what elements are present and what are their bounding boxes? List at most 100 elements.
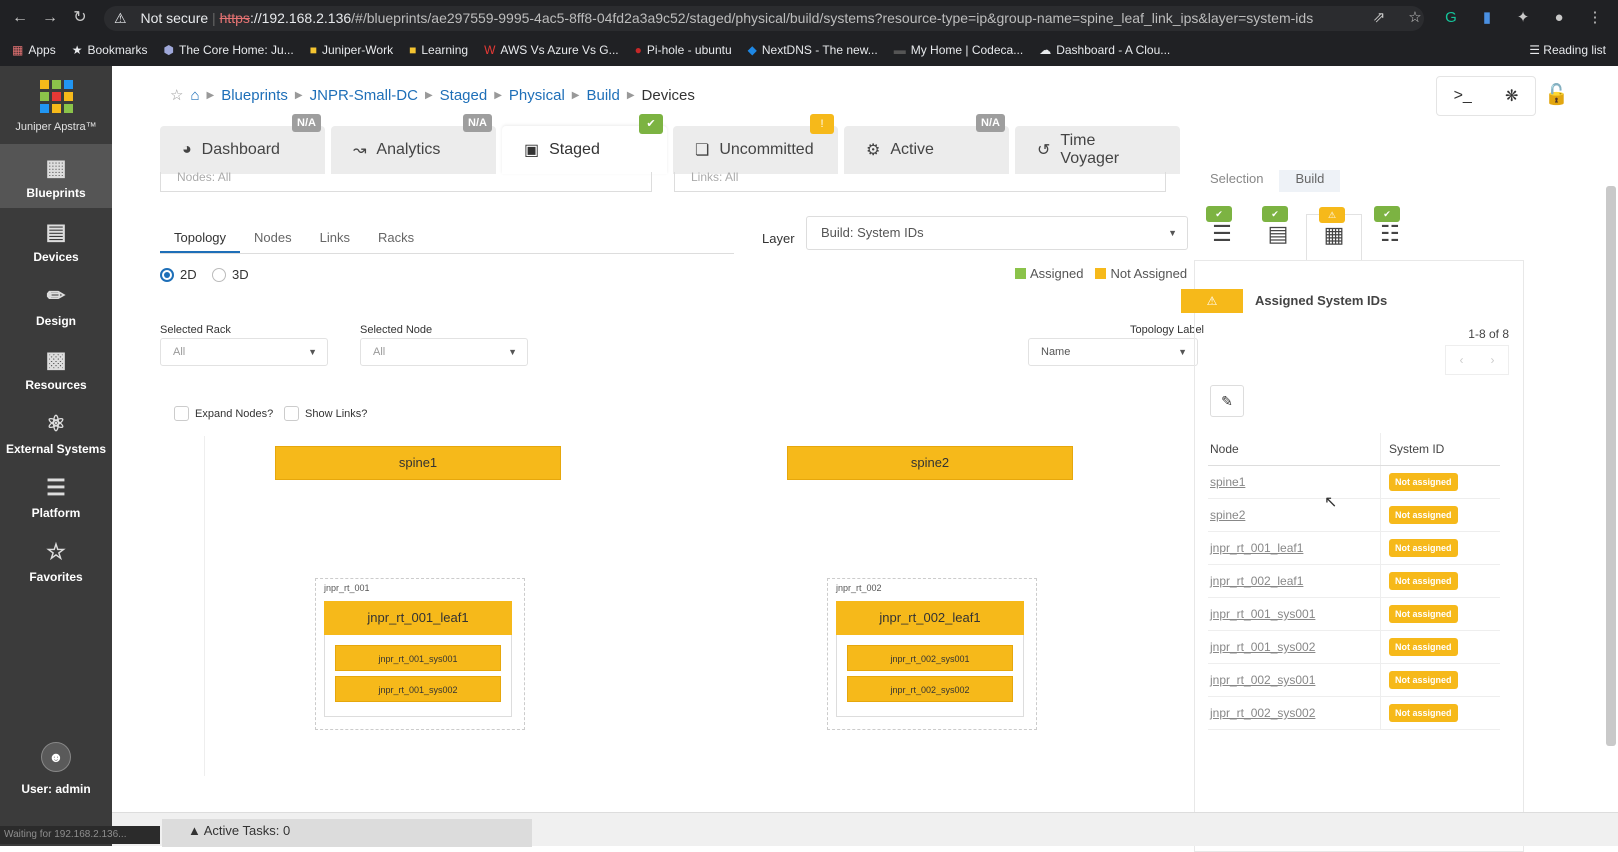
breadcrumb-blueprint[interactable]: JNPR-Small-DC: [310, 87, 418, 104]
grammarly-icon[interactable]: G: [1440, 6, 1462, 30]
breadcrumb-blueprints[interactable]: Blueprints: [221, 87, 288, 104]
subtab-nodes[interactable]: Nodes: [240, 224, 306, 253]
edit-button[interactable]: ✎: [1210, 385, 1244, 417]
user-menu[interactable]: ☻ User: admin: [0, 742, 112, 796]
reload-icon[interactable]: ↻: [68, 6, 92, 30]
sidebar-item-design[interactable]: ✏ Design: [0, 272, 112, 336]
bookmark-dashboard[interactable]: ☁ Dashboard - A Clou...: [1039, 43, 1170, 57]
breadcrumb-physical[interactable]: Physical: [509, 87, 565, 104]
next-page-icon[interactable]: ›: [1477, 346, 1508, 374]
menu-dots-icon[interactable]: ⋮: [1584, 6, 1606, 30]
prev-page-icon[interactable]: ‹: [1446, 346, 1477, 374]
rack-container[interactable]: jnpr_rt_001 jnpr_rt_001_leaf1 jnpr_rt_00…: [315, 578, 525, 730]
links-filter[interactable]: Links: All: [674, 171, 1166, 192]
caret-down-icon: ▼: [508, 347, 517, 357]
selected-rack-select[interactable]: All ▼: [160, 338, 328, 366]
active-tasks-toggle[interactable]: ▲ Active Tasks: 0: [162, 819, 532, 847]
build-icons: ☰ ✔ ▤ ✔ ▦ ⚠ ☷ ✔: [1194, 206, 1524, 260]
bookmark-apps[interactable]: ▦ Apps: [12, 43, 56, 57]
spine-node[interactable]: spine2: [787, 446, 1073, 480]
bookmark-star-icon[interactable]: ☆: [1404, 6, 1426, 30]
extension-icon[interactable]: ▮: [1476, 6, 1498, 30]
bookmark-aws[interactable]: W AWS Vs Azure Vs G...: [484, 43, 619, 57]
sidebar-item-blueprints[interactable]: ▦ Blueprints: [0, 144, 112, 208]
node-link[interactable]: jnpr_rt_002_leaf1: [1208, 574, 1380, 588]
spine-node[interactable]: spine1: [275, 446, 561, 480]
node-link[interactable]: jnpr_rt_001_leaf1: [1208, 541, 1380, 555]
node-link[interactable]: jnpr_rt_002_sys001: [1208, 673, 1380, 687]
system-node[interactable]: jnpr_rt_002_sys001: [847, 645, 1013, 671]
tab-uncommitted[interactable]: ❏ Uncommitted !: [673, 114, 838, 174]
status-badge: Not assigned: [1389, 473, 1458, 491]
back-icon[interactable]: ←: [8, 6, 32, 30]
status-badge: N/A: [463, 114, 492, 132]
server-rack-icon[interactable]: ▤ ✔: [1250, 206, 1306, 260]
system-node[interactable]: jnpr_rt_001_sys002: [335, 676, 501, 702]
bookmark-pihole[interactable]: ● Pi-hole - ubuntu: [635, 43, 732, 57]
node-link[interactable]: spine1: [1208, 475, 1380, 489]
url-bar[interactable]: ⚠ Not secure | https://192.168.2.136/#/b…: [104, 6, 1424, 31]
hierarchy-icon[interactable]: ☷ ✔: [1362, 206, 1418, 260]
tab-build[interactable]: Build: [1279, 170, 1341, 192]
favorite-star-icon[interactable]: ☆: [170, 86, 183, 104]
sidebar-item-platform[interactable]: ☰ Platform: [0, 464, 112, 528]
uncommitted-cubes-icon: ❏: [695, 142, 710, 159]
tab-dashboard[interactable]: ◕ Dashboard N/A: [160, 114, 325, 174]
device-profile-icon[interactable]: ▦ ⚠: [1306, 207, 1362, 260]
puzzle-icon[interactable]: ✦: [1512, 6, 1534, 30]
layer-select[interactable]: Build: System IDs ▼: [806, 216, 1188, 250]
node-link[interactable]: jnpr_rt_001_sys002: [1208, 640, 1380, 654]
subtab-topology[interactable]: Topology: [160, 224, 241, 253]
sidebar-item-external-systems[interactable]: ⚛ External Systems: [0, 400, 112, 464]
home-icon[interactable]: ⌂: [190, 87, 199, 104]
radio-2d[interactable]: 2D: [160, 267, 197, 282]
tab-time-voyager[interactable]: ↺ Time Voyager: [1015, 126, 1180, 174]
breadcrumb-staged[interactable]: Staged: [440, 87, 488, 104]
unlock-icon[interactable]: 🔓: [1544, 82, 1569, 107]
tab-staged[interactable]: ▣ Staged ✔: [502, 114, 667, 174]
node-link[interactable]: jnpr_rt_001_sys001: [1208, 607, 1380, 621]
expand-nodes-checkbox[interactable]: Expand Nodes?: [174, 406, 273, 421]
terminal-icon[interactable]: >_: [1454, 87, 1472, 105]
profile-avatar-icon[interactable]: ●: [1548, 6, 1570, 30]
system-node[interactable]: jnpr_rt_002_sys002: [847, 676, 1013, 702]
rack-container[interactable]: jnpr_rt_002 jnpr_rt_002_leaf1 jnpr_rt_00…: [827, 578, 1037, 730]
node-link[interactable]: spine2: [1208, 508, 1380, 522]
tab-active[interactable]: ⚙ Active N/A: [844, 114, 1009, 174]
user-icon: ☻: [41, 742, 71, 772]
bookmark-core-home[interactable]: ⬢ The Core Home: Ju...: [164, 43, 294, 57]
bookmark-juniper-work[interactable]: ■ Juniper-Work: [310, 43, 393, 57]
subtab-racks[interactable]: Racks: [364, 224, 428, 253]
footer-bar: ▲ Active Tasks: 0: [112, 812, 1618, 847]
list-icon[interactable]: ☰ ✔: [1194, 206, 1250, 260]
bookmark-learning[interactable]: ■ Learning: [409, 43, 468, 57]
debug-bug-icon[interactable]: ❋: [1505, 86, 1518, 106]
panel-tabs: Selection Build: [1194, 170, 1341, 192]
subtab-links[interactable]: Links: [306, 224, 364, 253]
share-icon[interactable]: ⇗: [1368, 6, 1390, 30]
tab-analytics[interactable]: ↝ Analytics N/A: [331, 114, 496, 174]
radio-3d[interactable]: 3D: [212, 267, 249, 282]
nodes-filter[interactable]: Nodes: All: [160, 171, 652, 192]
bookmark-nextdns[interactable]: ◆ NextDNS - The new...: [748, 43, 878, 57]
topology-canvas[interactable]: spine1 spine2 jnpr_rt_001 jnpr_rt_001_le…: [204, 436, 1188, 776]
topology-label-select[interactable]: Name ▼: [1028, 338, 1198, 366]
apstra-logo[interactable]: Juniper Apstra™: [0, 80, 112, 133]
system-node[interactable]: jnpr_rt_001_sys001: [335, 645, 501, 671]
sidebar-item-favorites[interactable]: ☆ Favorites: [0, 528, 112, 592]
breadcrumb-build[interactable]: Build: [586, 87, 619, 104]
sidebar-item-devices[interactable]: ▤ Devices: [0, 208, 112, 272]
sidebar-item-resources[interactable]: ▩ Resources: [0, 336, 112, 400]
bookmark-bookmarks[interactable]: ★ Bookmarks: [72, 43, 148, 57]
page-scrollbar[interactable]: [1606, 186, 1616, 746]
leaf-node[interactable]: jnpr_rt_002_leaf1: [836, 601, 1024, 635]
tab-selection[interactable]: Selection: [1194, 170, 1279, 192]
selected-node-select[interactable]: All ▼: [360, 338, 528, 366]
folder-icon: ■: [409, 43, 417, 57]
show-links-checkbox[interactable]: Show Links?: [284, 406, 367, 421]
forward-icon[interactable]: →: [38, 6, 62, 30]
node-link[interactable]: jnpr_rt_002_sys002: [1208, 706, 1380, 720]
bookmark-codeca[interactable]: ▬ My Home | Codeca...: [894, 43, 1024, 57]
leaf-node[interactable]: jnpr_rt_001_leaf1: [324, 601, 512, 635]
reading-list[interactable]: ☰ Reading list: [1529, 36, 1606, 64]
